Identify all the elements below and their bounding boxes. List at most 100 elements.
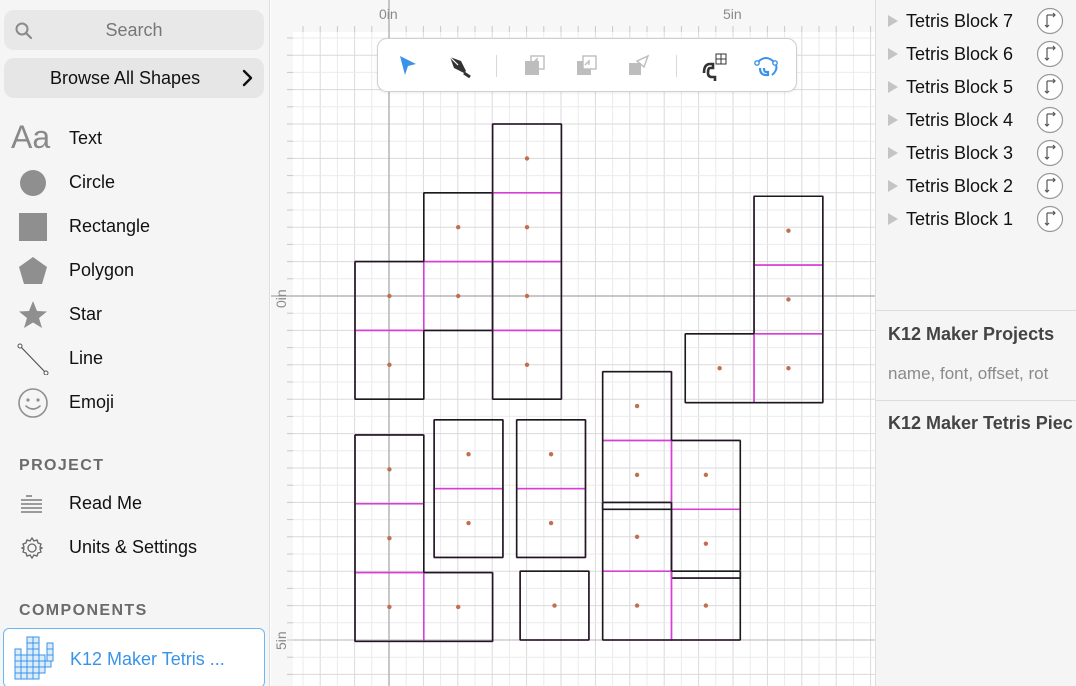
cell-center-dot (703, 541, 709, 546)
cell-center-dot (552, 603, 557, 608)
layer-row[interactable]: Tetris Block 5 (876, 70, 1076, 103)
canvas-drawing[interactable] (271, 0, 875, 686)
search-icon (15, 22, 33, 40)
layer-label: Tetris Block 1 (906, 209, 1014, 229)
cell-center-dot (387, 535, 392, 541)
shape-item-star[interactable]: Star (0, 295, 268, 335)
send-backward-icon (577, 55, 597, 75)
shape-item-label: Polygon (69, 260, 135, 280)
shape-item-line[interactable]: Line (0, 339, 268, 379)
snap-to-points-icon (754, 57, 778, 77)
swap-direction-icon[interactable] (1036, 7, 1064, 35)
shape-item-emoji[interactable]: Emoji (0, 383, 268, 423)
cell-center-dot (466, 452, 471, 457)
select-tool-button[interactable] (392, 51, 422, 81)
gear-icon (20, 536, 44, 560)
components-section-title: COMPONENTS (19, 602, 148, 619)
inspector-section-title[interactable]: K12 Maker Projects (888, 324, 1054, 345)
layer-row[interactable]: Tetris Block 1 (876, 202, 1076, 235)
snap-to-grid-button[interactable] (700, 51, 730, 81)
cell-center-dot (387, 604, 392, 610)
project-item-label: Read Me (69, 493, 143, 513)
tetris-block[interactable] (354, 434, 494, 643)
shape-item-rectangle[interactable]: Rectangle (0, 207, 268, 247)
disclosure-triangle-icon[interactable] (887, 80, 899, 94)
ruler-y-label-5in: 5in (273, 631, 289, 650)
cell-center-dot (703, 472, 709, 478)
cell-center-dot (456, 293, 461, 299)
layer-label: Tetris Block 6 (906, 44, 1014, 64)
disclosure-triangle-icon[interactable] (887, 113, 899, 127)
ruler-band-left (271, 0, 293, 686)
shape-item-text[interactable]: Aa Text (0, 119, 268, 159)
project-item-label: Units & Settings (69, 537, 198, 557)
browse-all-shapes-button[interactable]: Browse All Shapes (4, 58, 264, 98)
line-icon (17, 343, 49, 375)
grid (271, 0, 875, 686)
star-icon (19, 301, 47, 328)
tetris-component-icon (14, 636, 54, 680)
cell-center-dot (466, 520, 471, 526)
shape-item-label: Rectangle (69, 216, 151, 236)
panel-divider (876, 400, 1076, 401)
disclosure-triangle-icon[interactable] (887, 146, 899, 160)
cell-center-dot (456, 225, 461, 230)
cell-center-dot (524, 156, 530, 161)
layer-row[interactable]: Tetris Block 6 (876, 37, 1076, 70)
select-arrow-icon (400, 56, 416, 75)
layer-label: Tetris Block 3 (906, 143, 1014, 163)
component-item-k12-maker-tetris[interactable]: K12 Maker Tetris ... (3, 628, 265, 686)
cell-center-dot (548, 520, 554, 526)
panel-divider (876, 310, 1076, 311)
layer-row[interactable]: Tetris Block 3 (876, 136, 1076, 169)
cell-center-dot (786, 366, 791, 371)
disclosure-triangle-icon[interactable] (887, 179, 899, 193)
component-item-label: K12 Maker Tetris ... (70, 649, 225, 669)
shape-item-label: Line (69, 348, 104, 368)
bring-forward-button[interactable] (520, 51, 550, 81)
snap-to-points-button[interactable] (752, 51, 782, 81)
polygon-icon (19, 257, 47, 284)
disclosure-triangle-icon[interactable] (887, 14, 899, 28)
swap-direction-icon[interactable] (1036, 172, 1064, 200)
inspector-section-subtitle: name, font, offset, rot (888, 364, 1049, 383)
swap-direction-icon[interactable] (1036, 139, 1064, 167)
ruler-x-label-0in: 0in (379, 6, 398, 22)
cell-center-dot (387, 467, 392, 472)
search-input[interactable] (38, 10, 230, 50)
pen-tool-icon (449, 56, 471, 79)
toolbar-separator (676, 55, 677, 77)
search-box[interactable] (4, 10, 264, 50)
swap-direction-icon[interactable] (1036, 73, 1064, 101)
cell-center-dot (634, 472, 640, 478)
chevron-right-icon (242, 69, 253, 87)
rectangle-icon (19, 213, 47, 241)
tetris-blocks[interactable] (354, 123, 824, 643)
cell-center-dot (786, 297, 791, 302)
readme-icon (21, 495, 42, 513)
project-item-read-me[interactable]: Read Me (0, 484, 268, 524)
shape-item-circle[interactable]: Circle (0, 163, 268, 203)
shape-item-label: Circle (69, 172, 116, 192)
project-section-title: PROJECT (19, 457, 105, 474)
swap-direction-icon[interactable] (1036, 205, 1064, 233)
disclosure-triangle-icon[interactable] (887, 47, 899, 61)
layer-row[interactable]: Tetris Block 7 (876, 4, 1076, 37)
disclosure-triangle-icon[interactable] (887, 212, 899, 226)
send-backward-button[interactable] (572, 51, 602, 81)
shape-item-polygon[interactable]: Polygon (0, 251, 268, 291)
project-item-units-settings[interactable]: Units & Settings (0, 528, 268, 568)
shape-item-label: Star (69, 304, 103, 324)
canvas[interactable]: 0in 5in 0in 5in (271, 0, 875, 686)
swap-direction-icon[interactable] (1036, 106, 1064, 134)
cell-center-dot (634, 603, 640, 608)
swap-direction-icon[interactable] (1036, 40, 1064, 68)
flip-button[interactable] (624, 51, 654, 81)
layer-row[interactable]: Tetris Block 2 (876, 169, 1076, 202)
inspector-section-title[interactable]: K12 Maker Tetris Piec (888, 413, 1073, 434)
cell-center-dot (703, 603, 709, 608)
layer-label: Tetris Block 4 (906, 110, 1014, 130)
layer-row[interactable]: Tetris Block 4 (876, 103, 1076, 136)
pen-tool-button[interactable] (444, 51, 474, 81)
cell-center-dot (634, 534, 640, 539)
